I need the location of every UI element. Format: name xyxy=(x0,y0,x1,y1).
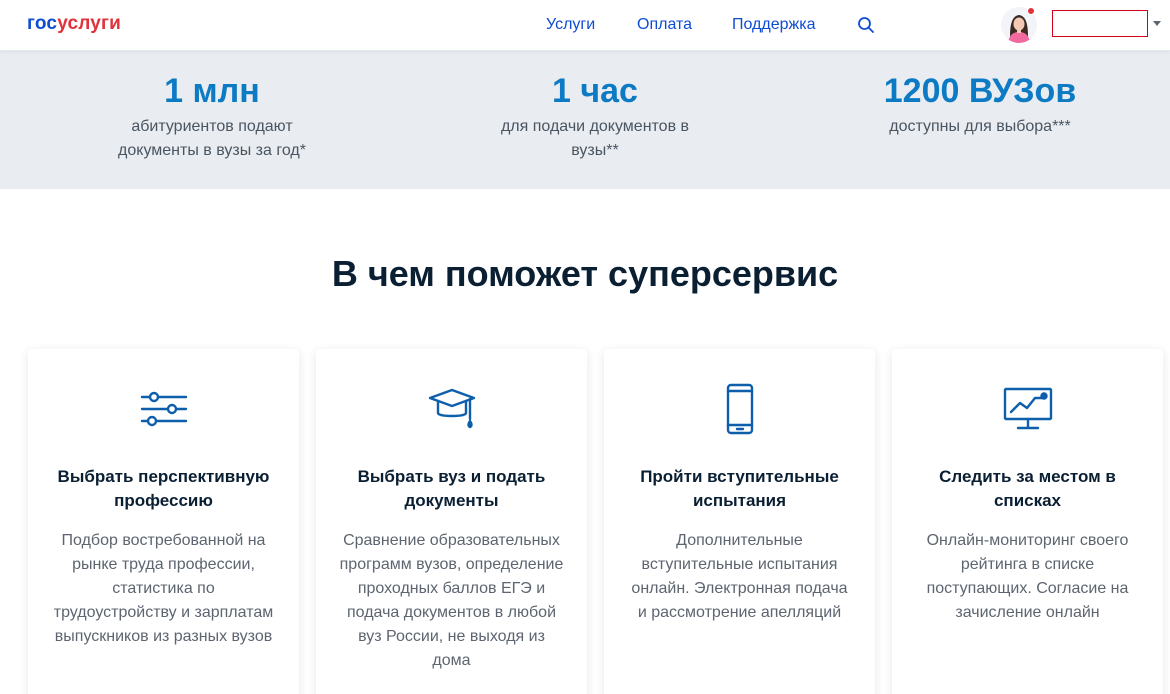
notification-badge xyxy=(1027,7,1035,15)
stat-universities: 1200 ВУЗов доступны для выбора*** xyxy=(850,51,1110,139)
graduation-cap-icon xyxy=(428,388,476,429)
stat-time: 1 час для подачи документов в вузы** xyxy=(465,51,725,163)
card-title: Выбрать вуз и подать документы xyxy=(357,467,546,510)
section-title: В чем поможет суперсервис xyxy=(331,253,839,294)
user-menu-box[interactable] xyxy=(1052,10,1148,37)
card-title: Следить за местом в списках xyxy=(939,467,1116,510)
stat-value: 1 млн xyxy=(164,72,260,110)
sliders-icon xyxy=(140,391,188,427)
monitor-chart-icon xyxy=(1003,387,1053,430)
card-text: Сравнение образовательных программ вузов… xyxy=(339,532,564,669)
logo-part-gos: гос xyxy=(27,13,58,34)
card-title: Выбрать перспективную профессию xyxy=(57,467,270,510)
gosuslugi-logo[interactable]: госуслуги xyxy=(27,13,121,35)
feature-card-profession[interactable]: Выбрать перспективную профессию Подбор в… xyxy=(28,349,299,694)
stat-description: абитуриентов подают документы в вузы за … xyxy=(118,118,306,159)
search-icon[interactable] xyxy=(857,16,875,34)
smartphone-icon xyxy=(726,383,754,435)
card-text: Подбор востребованной на рынке труда про… xyxy=(53,532,274,645)
stats-band: 1 млн абитуриентов подают документы в ву… xyxy=(0,51,1170,189)
feature-card-rating[interactable]: Следить за местом в списках Онлайн-монит… xyxy=(892,349,1163,694)
stat-value: 1 час xyxy=(552,72,638,110)
feature-card-university[interactable]: Выбрать вуз и подать документы Сравнение… xyxy=(316,349,587,694)
nav-link-support[interactable]: Поддержка xyxy=(732,16,815,34)
stat-applicants: 1 млн абитуриентов подают документы в ву… xyxy=(82,51,342,163)
chevron-down-icon[interactable] xyxy=(1153,21,1161,26)
card-text: Онлайн-мониторинг своего рейтинга в спис… xyxy=(926,532,1129,621)
nav-link-payment[interactable]: Оплата xyxy=(637,16,692,34)
feature-card-exams[interactable]: Пройти вступительные испытания Дополните… xyxy=(604,349,875,694)
stat-value: 1200 ВУЗов xyxy=(883,72,1077,110)
site-header: госуслуги Услуги Оплата Поддержка xyxy=(0,0,1170,51)
nav-link-services[interactable]: Услуги xyxy=(546,16,595,34)
logo-part-uslugi: услуги xyxy=(57,13,122,34)
stat-description: доступны для выбора*** xyxy=(889,118,1071,135)
card-title: Пройти вступительные испытания xyxy=(640,467,839,510)
stat-description: для подачи документов в вузы** xyxy=(500,118,690,159)
card-text: Дополнительные вступительные испытания о… xyxy=(631,532,848,621)
